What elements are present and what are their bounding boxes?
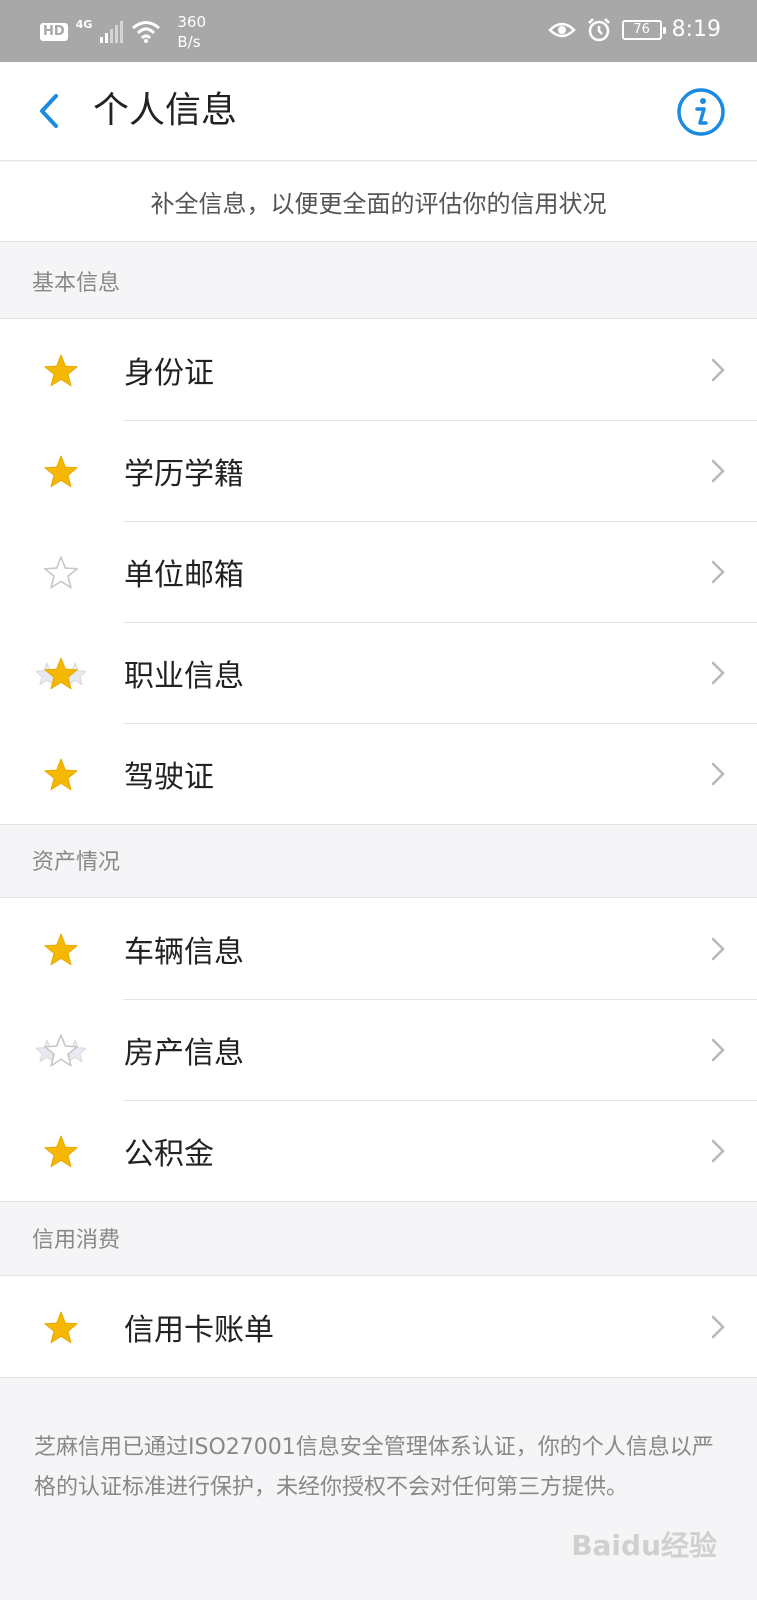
star-icon — [36, 657, 86, 690]
list-item-work-email[interactable]: 单位邮箱 — [0, 521, 757, 622]
list-item-occupation[interactable]: 职业信息 — [0, 622, 757, 723]
eye-icon — [547, 22, 576, 38]
signal-icon — [100, 21, 124, 43]
list-item-label: 职业信息 — [124, 658, 244, 694]
list-item-label: 房产信息 — [124, 1035, 244, 1071]
network-type: 4G — [75, 17, 93, 31]
list-item-label: 学历学籍 — [124, 456, 244, 492]
chevron-right-icon — [711, 661, 725, 685]
chevron-right-icon — [711, 937, 725, 961]
list-item-property[interactable]: 房产信息 — [0, 999, 757, 1100]
status-time: 8:19 — [671, 17, 721, 42]
page-title: 个人信息 — [93, 90, 238, 131]
list-item-credit-card-bill[interactable]: 信用卡账单 — [0, 1276, 757, 1377]
list-item-vehicle[interactable]: 车辆信息 — [0, 898, 757, 999]
list-item-driver-license[interactable]: 驾驶证 — [0, 723, 757, 824]
info-banner: 补全信息，以便更全面的评估你的信用状况 — [0, 162, 757, 242]
chevron-right-icon — [711, 1038, 725, 1062]
security-note: 芝麻信用已通过ISO27001信息安全管理体系认证，你的个人信息以严格的认证标准… — [34, 1435, 714, 1500]
section-header-credit: 信用消费 — [0, 1200, 757, 1276]
list-item-label: 身份证 — [124, 355, 214, 391]
star-icon — [36, 1034, 86, 1067]
network-speed: 360 B/s — [177, 12, 206, 52]
list-basic-info: 身份证 学历学籍 单位邮箱 职业信息 驾驶证 — [0, 319, 757, 825]
battery-indicator: 76 — [621, 20, 666, 40]
section-header-assets: 资产情况 — [0, 822, 757, 898]
star-icon — [44, 1311, 78, 1344]
watermark: Baidu经验 — [571, 1529, 717, 1562]
list-item-label: 信用卡账单 — [124, 1312, 274, 1348]
list-item-label: 公积金 — [124, 1136, 214, 1172]
star-icon — [44, 758, 78, 791]
star-icon — [44, 556, 78, 589]
nav-bar: 个人信息 — [0, 62, 757, 161]
status-left: HD 4G 360 B/s — [40, 12, 206, 52]
status-right: 76 8:19 — [547, 16, 721, 44]
wifi-icon — [132, 21, 161, 43]
back-button[interactable] — [26, 88, 72, 134]
star-icon — [44, 455, 78, 488]
speed-unit: B/s — [177, 33, 201, 51]
alarm-icon — [587, 18, 610, 42]
list-item-housing-fund[interactable]: 公积金 — [0, 1100, 757, 1201]
section-header-basic: 基本信息 — [0, 243, 757, 319]
list-item-label: 单位邮箱 — [124, 557, 244, 593]
chevron-right-icon — [711, 560, 725, 584]
list-item-label: 驾驶证 — [124, 759, 214, 795]
star-icon — [44, 354, 78, 387]
list-item-id-card[interactable]: 身份证 — [0, 319, 757, 420]
list-item-label: 车辆信息 — [124, 934, 244, 970]
info-button[interactable] — [675, 86, 727, 138]
list-item-education[interactable]: 学历学籍 — [0, 420, 757, 521]
chevron-right-icon — [711, 459, 725, 483]
list-credit: 信用卡账单 — [0, 1276, 757, 1378]
info-icon — [677, 88, 725, 136]
chevron-right-icon — [711, 1315, 725, 1339]
star-icon — [44, 1135, 78, 1168]
hd-badge: HD — [40, 23, 68, 41]
chevron-right-icon — [711, 358, 725, 382]
status-bar: HD 4G 360 B/s 76 8:19 — [0, 0, 757, 62]
list-assets: 车辆信息 房产信息 公积金 — [0, 898, 757, 1202]
chevron-left-icon — [40, 94, 58, 128]
chevron-right-icon — [711, 1139, 725, 1163]
speed-value: 360 — [177, 13, 206, 31]
chevron-right-icon — [711, 762, 725, 786]
star-icon — [44, 933, 78, 966]
